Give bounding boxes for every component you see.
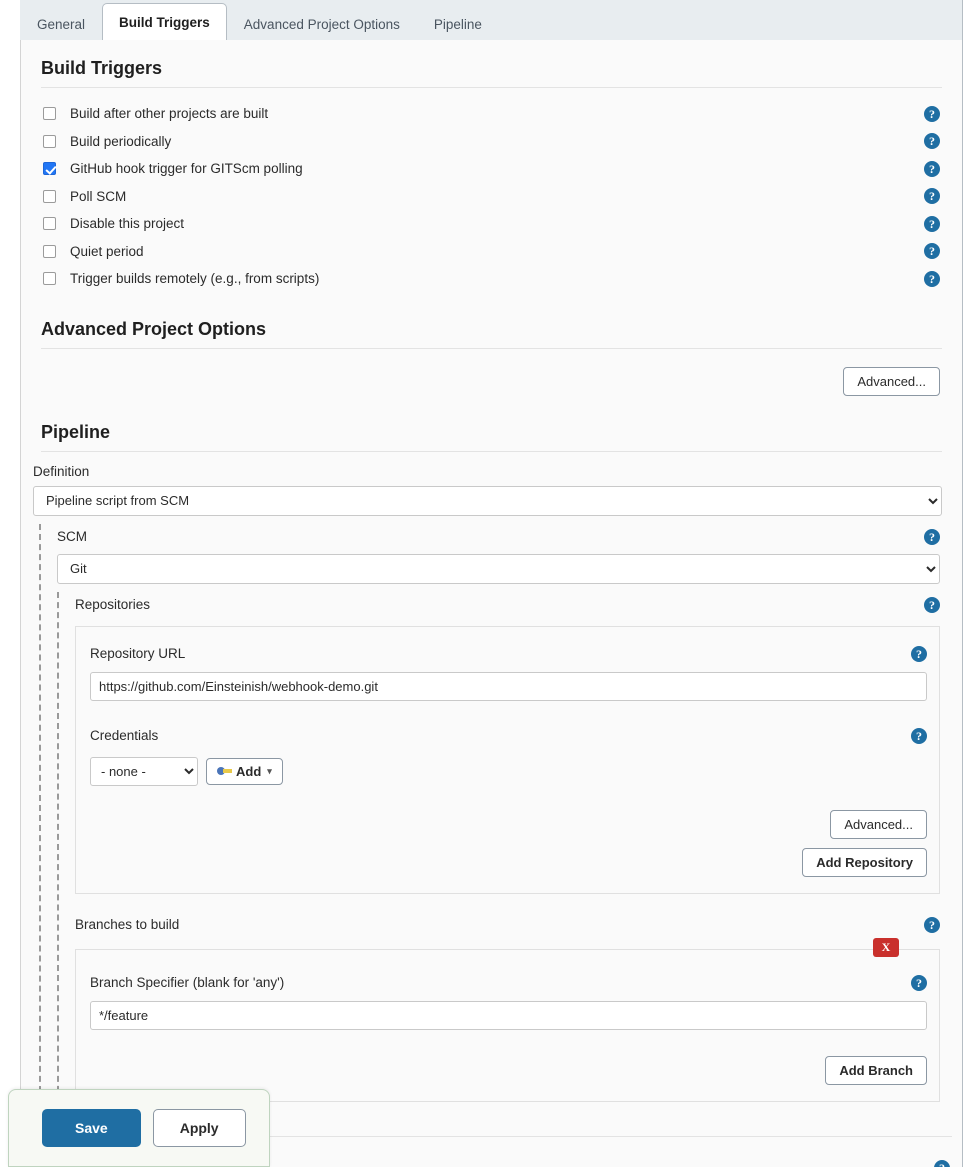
config-content: Build Triggers Build after other project… xyxy=(20,40,963,1167)
scm-block: SCM ? Git Repositories ? Repository URL … xyxy=(39,523,952,1102)
checkbox-disable-this-project[interactable] xyxy=(43,217,56,231)
help-icon[interactable]: ? xyxy=(924,188,940,205)
trigger-label: Poll SCM xyxy=(70,188,127,204)
trigger-label: GitHub hook trigger for GITScm polling xyxy=(70,161,303,177)
checkbox-build-periodically[interactable] xyxy=(43,134,56,148)
pipeline-heading: Pipeline xyxy=(41,421,111,442)
advanced-project-options-advanced-button[interactable]: Advanced... xyxy=(843,366,940,396)
branches-header: Branches to build ? xyxy=(75,912,952,938)
form-actions-bar: Save Apply xyxy=(8,1089,270,1167)
checkbox-github-hook-trigger[interactable] xyxy=(43,162,56,176)
trigger-label: Build periodically xyxy=(70,133,172,149)
advanced-project-options-divider xyxy=(41,347,942,349)
build-triggers-divider xyxy=(41,87,942,88)
help-icon[interactable]: ? xyxy=(924,270,940,287)
repository-url-label: Repository URL xyxy=(90,646,186,661)
checkbox-build-after-other-projects[interactable] xyxy=(43,107,56,121)
build-triggers-list: Build after other projects are built ? B… xyxy=(31,100,952,293)
help-icon[interactable]: ? xyxy=(911,727,927,744)
trigger-label: Quiet period xyxy=(70,243,144,259)
trigger-row-github-hook-trigger[interactable]: GitHub hook trigger for GITScm polling ? xyxy=(31,155,952,183)
credentials-row: - none - Add ▾ xyxy=(90,756,927,786)
help-icon[interactable]: ? xyxy=(911,645,927,662)
branches-label: Branches to build xyxy=(75,917,180,932)
add-branch-button[interactable]: Add Branch xyxy=(825,1055,927,1085)
add-branch-row: Add Branch xyxy=(90,1055,927,1085)
help-icon[interactable]: ? xyxy=(924,243,940,260)
help-icon[interactable]: ? xyxy=(924,215,940,232)
checkbox-quiet-period[interactable] xyxy=(43,244,56,258)
trigger-row-poll-scm[interactable]: Poll SCM ? xyxy=(31,183,952,211)
add-credentials-button[interactable]: Add ▾ xyxy=(206,757,283,785)
help-icon[interactable]: ? xyxy=(924,105,940,122)
key-icon xyxy=(217,766,232,776)
definition-label: Definition xyxy=(33,463,90,479)
scm-header: SCM ? xyxy=(57,524,952,550)
credentials-header: Credentials ? xyxy=(90,723,927,749)
pipeline-divider xyxy=(41,450,942,452)
tab-build-triggers[interactable]: Build Triggers xyxy=(102,3,227,42)
trigger-label: Trigger builds remotely (e.g., from scri… xyxy=(70,271,320,287)
checkbox-poll-scm[interactable] xyxy=(43,189,56,203)
tab-general[interactable]: General xyxy=(20,6,102,42)
repository-advanced-row: Advanced... xyxy=(90,809,927,839)
tab-bar: General Build Triggers Advanced Project … xyxy=(20,0,963,42)
trigger-row-disable-this-project[interactable]: Disable this project ? xyxy=(31,210,952,238)
scm-label: SCM xyxy=(57,529,87,544)
chevron-down-icon: ▾ xyxy=(267,765,272,776)
help-icon[interactable]: ? xyxy=(924,528,940,545)
help-icon[interactable]: ? xyxy=(924,916,940,933)
definition-field: Definition Pipeline script from SCM xyxy=(33,464,942,516)
help-icon[interactable]: ? xyxy=(924,160,940,177)
definition-select[interactable]: Pipeline script from SCM xyxy=(33,485,942,516)
advanced-project-options-heading: Advanced Project Options xyxy=(41,318,267,339)
trigger-row-build-after-other-projects[interactable]: Build after other projects are built ? xyxy=(31,100,952,128)
delete-branch-button[interactable]: X xyxy=(873,937,899,957)
branch-specifier-header: Branch Specifier (blank for 'any') ? xyxy=(90,970,927,996)
repositories-block: Repositories ? Repository URL ? Credenti… xyxy=(57,591,952,1102)
tab-pipeline[interactable]: Pipeline xyxy=(417,6,499,42)
trigger-row-build-periodically[interactable]: Build periodically ? xyxy=(31,128,952,156)
repositories-label: Repositories xyxy=(75,597,151,612)
tab-advanced-project-options[interactable]: Advanced Project Options xyxy=(227,6,417,42)
repository-advanced-button[interactable]: Advanced... xyxy=(830,809,927,839)
repository-url-header: Repository URL ? xyxy=(90,641,927,667)
repository-panel: Repository URL ? Credentials ? - none - xyxy=(75,625,940,894)
add-repository-button[interactable]: Add Repository xyxy=(802,847,927,877)
add-repository-row: Add Repository xyxy=(90,847,927,877)
trigger-row-quiet-period[interactable]: Quiet period ? xyxy=(31,238,952,266)
trigger-label: Build after other projects are built xyxy=(70,106,269,122)
branch-specifier-label: Branch Specifier (blank for 'any') xyxy=(90,975,285,990)
help-icon[interactable]: ? xyxy=(911,974,927,991)
credentials-select[interactable]: - none - xyxy=(90,756,198,786)
advanced-project-options-actions: Advanced... xyxy=(31,366,952,396)
trigger-label: Disable this project xyxy=(70,216,185,232)
page-root: General Build Triggers Advanced Project … xyxy=(0,0,979,1167)
help-icon[interactable]: ? xyxy=(924,133,940,150)
branch-specifier-input[interactable] xyxy=(90,1000,927,1030)
save-button[interactable]: Save xyxy=(42,1109,141,1147)
apply-button[interactable]: Apply xyxy=(152,1109,246,1147)
credentials-label: Credentials xyxy=(90,728,159,743)
repository-url-input[interactable] xyxy=(90,671,927,701)
repositories-header: Repositories ? xyxy=(75,592,952,618)
help-icon[interactable]: ? xyxy=(924,596,940,613)
branch-panel: X Branch Specifier (blank for 'any') ? A… xyxy=(75,937,940,1102)
build-triggers-heading: Build Triggers xyxy=(41,58,163,78)
scm-select[interactable]: Git xyxy=(57,553,940,584)
checkbox-trigger-builds-remotely[interactable] xyxy=(43,272,56,286)
add-credentials-label: Add xyxy=(236,763,262,779)
trigger-row-trigger-builds-remotely[interactable]: Trigger builds remotely (e.g., from scri… xyxy=(31,265,952,293)
